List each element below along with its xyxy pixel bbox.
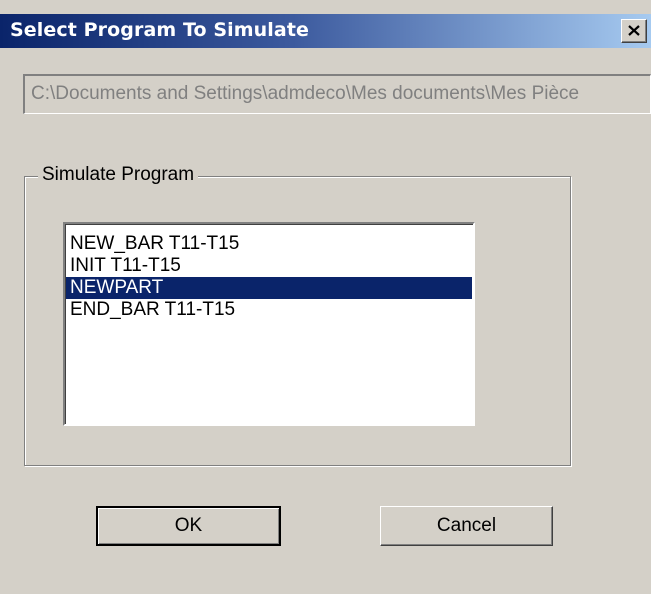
list-item-selected[interactable]: NEWPART: [66, 277, 472, 299]
list-item[interactable]: NEW_BAR T11-T15: [66, 233, 472, 255]
program-listbox[interactable]: NEW_BAR T11-T15 INIT T11-T15 NEWPART END…: [63, 222, 475, 426]
title-bar[interactable]: Select Program To Simulate: [0, 14, 651, 48]
close-button[interactable]: [621, 19, 647, 43]
program-path-field[interactable]: C:\Documents and Settings\admdeco\Mes do…: [23, 74, 651, 114]
window-title: Select Program To Simulate: [10, 19, 310, 41]
cancel-button[interactable]: Cancel: [380, 506, 553, 546]
select-program-dialog: Select Program To Simulate C:\Documents …: [0, 0, 651, 594]
close-icon: [628, 25, 640, 36]
group-label: Simulate Program: [38, 163, 199, 187]
list-item[interactable]: END_BAR T11-T15: [66, 299, 472, 321]
ok-button[interactable]: OK: [96, 506, 281, 546]
list-item[interactable]: INIT T11-T15: [66, 255, 472, 277]
